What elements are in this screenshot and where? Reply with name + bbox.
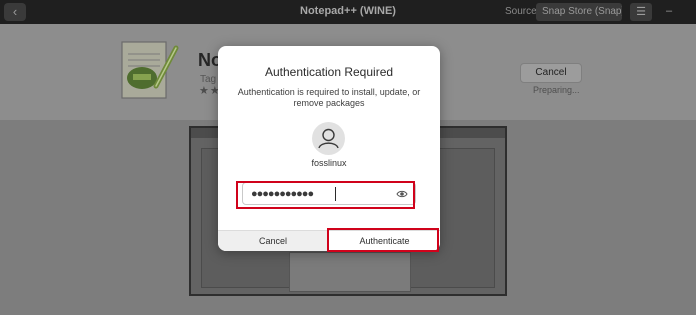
minimize-button[interactable]: – (660, 3, 678, 21)
source-select[interactable]: Snap Store (Snap) (536, 3, 622, 21)
password-highlight-box (236, 181, 415, 209)
user-icon (318, 128, 339, 149)
screenshot-dialog (289, 252, 411, 292)
source-label: Source (505, 6, 537, 17)
dialog-message: Authentication is required to install, u… (237, 87, 421, 108)
authentication-dialog: Authentication Required Authentication i… (218, 46, 440, 251)
hamburger-icon: ☰ (636, 6, 646, 18)
avatar (312, 122, 345, 155)
cancel-button[interactable]: Cancel (218, 231, 329, 251)
dialog-title: Authentication Required (264, 65, 394, 79)
menu-button[interactable]: ☰ (630, 3, 652, 21)
install-status: Preparing... (533, 85, 580, 95)
authenticate-highlight-box (327, 228, 439, 252)
notepad-app-icon (121, 41, 179, 99)
install-cancel-button[interactable]: Cancel (520, 63, 582, 83)
window-titlebar: ‹ Notepad++ (WINE) Source Snap Store (Sn… (0, 0, 696, 24)
username-label: fosslinux (311, 158, 347, 168)
minimize-icon: – (665, 5, 673, 17)
